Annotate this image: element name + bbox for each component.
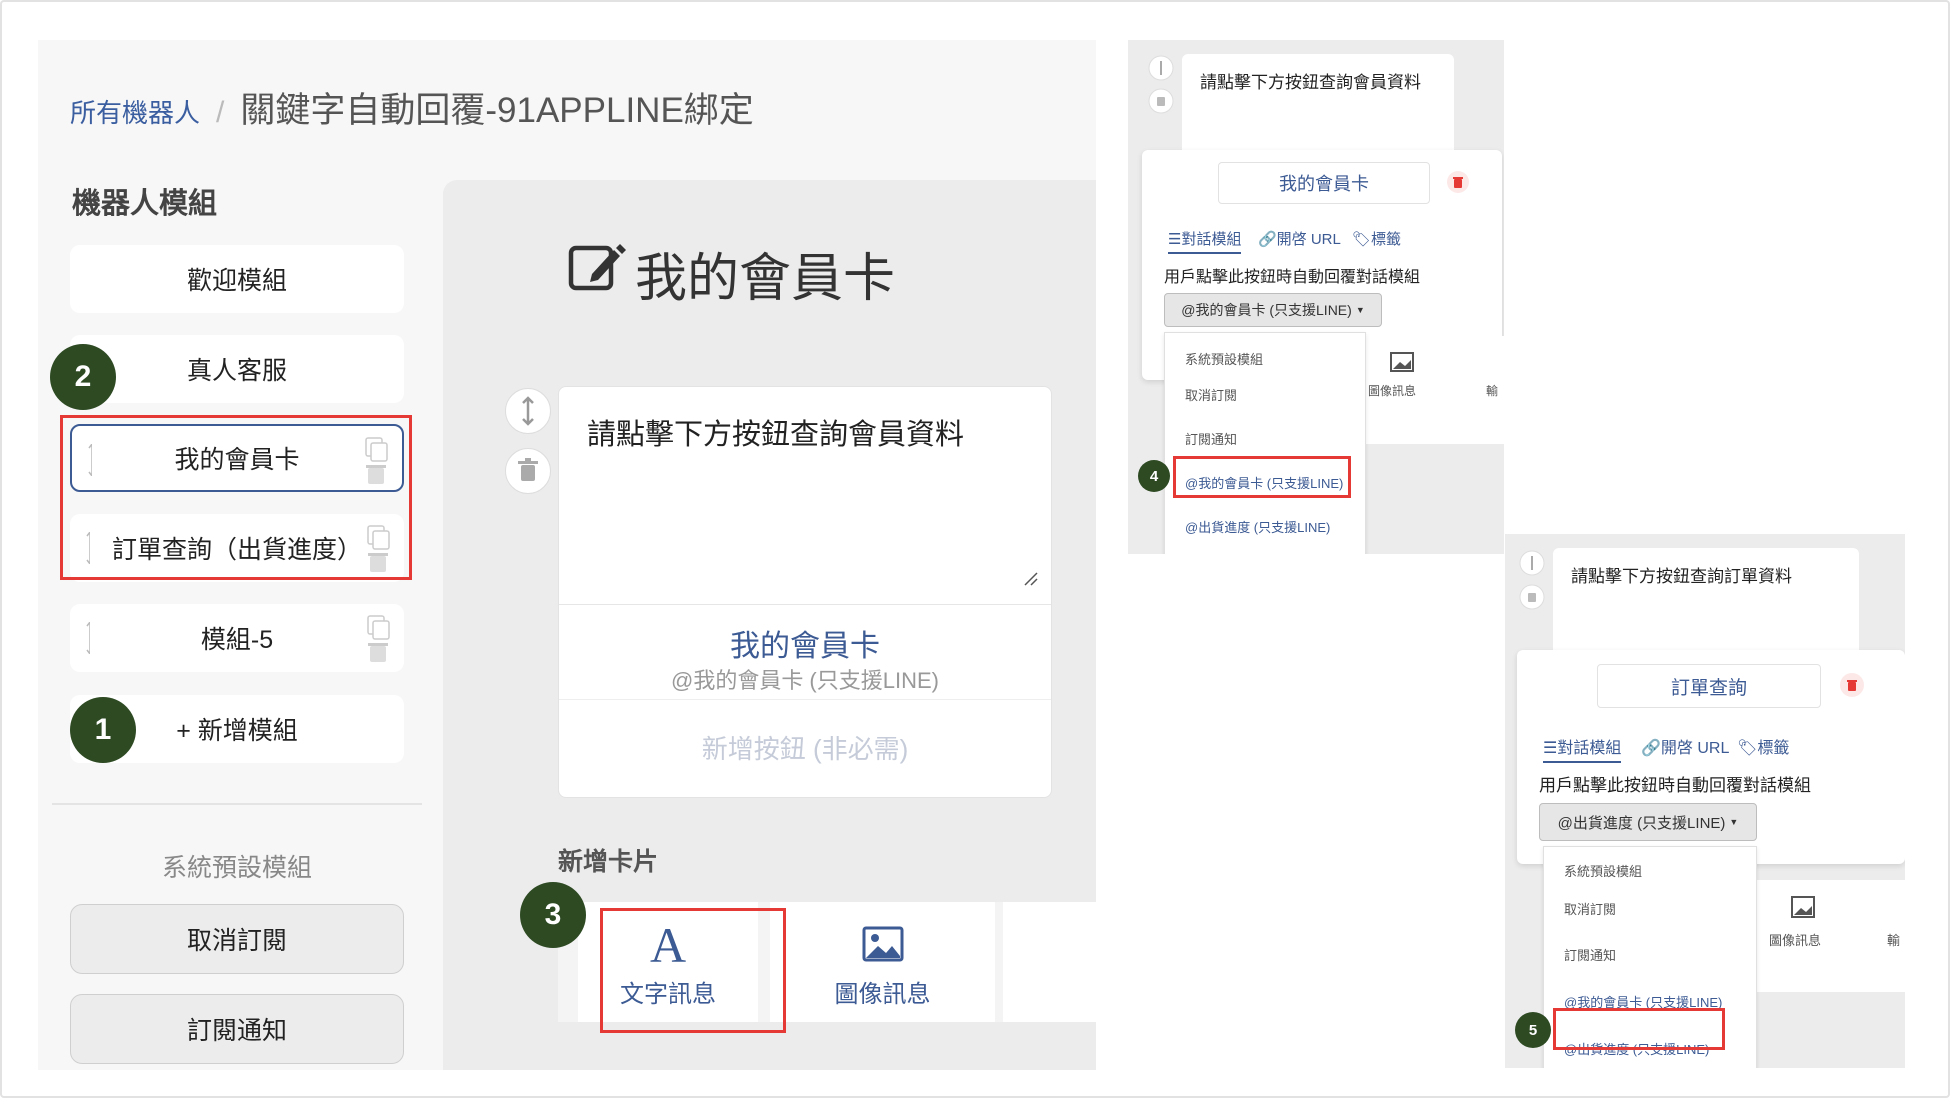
module-select-value: @出貨進度 (只支援LINE) bbox=[1557, 814, 1726, 832]
image-type-label: 圖像訊息 bbox=[1769, 933, 1822, 948]
image-type-label: 圖像訊息 bbox=[1368, 384, 1417, 398]
step-badge-4: 4 bbox=[1138, 460, 1170, 492]
caret-down-icon: ▼ bbox=[1729, 817, 1739, 827]
message-text-input[interactable]: 請點擊下方按鈕查詢會員資料 bbox=[587, 411, 964, 453]
tab-dialog-module[interactable]: ☰對話模組 bbox=[1168, 228, 1242, 254]
edit-icon bbox=[568, 244, 626, 291]
highlight-box bbox=[60, 415, 412, 580]
module-5[interactable]: 模組-5 bbox=[70, 604, 404, 672]
message-card: 請點擊下方按鈕查詢會員資料 我的會員卡 @我的會員卡 (只支援LINE) 新增按… bbox=[558, 386, 1052, 798]
system-module-label: 取消訂閱 bbox=[186, 927, 287, 955]
module-live-agent[interactable]: 真人客服 bbox=[70, 335, 404, 403]
add-card-title: 新增卡片 bbox=[558, 848, 659, 876]
button-name-input[interactable]: 我的會員卡 bbox=[1218, 162, 1430, 204]
divider bbox=[559, 604, 1051, 605]
system-module-label: 訂閱通知 bbox=[186, 1017, 287, 1045]
breadcrumb: 所有機器人 / 關鍵字自動回覆-91APPLINE綁定 bbox=[70, 82, 754, 133]
trash-icon[interactable] bbox=[505, 448, 551, 494]
tab-tag[interactable]: 🏷標籤 bbox=[1352, 228, 1401, 249]
system-module-subscribe-notice[interactable]: 訂閱通知 bbox=[70, 994, 404, 1064]
dropdown-option[interactable]: 取消訂閱 bbox=[1564, 899, 1616, 918]
add-module-label: + 新增模組 bbox=[176, 717, 298, 745]
divider bbox=[559, 699, 1051, 700]
caret-down-icon: ▼ bbox=[1355, 305, 1365, 315]
card-button-target: @我的會員卡 (只支援LINE) bbox=[670, 668, 939, 693]
step-badge-2: 2 bbox=[50, 344, 116, 410]
step-badge-3: 3 bbox=[520, 882, 586, 948]
module-select[interactable]: @我的會員卡 (只支援LINE) ▼ bbox=[1164, 293, 1382, 327]
message-text[interactable]: 請點擊下方按鈕查詢會員資料 bbox=[1200, 68, 1421, 93]
image-icon bbox=[862, 926, 904, 962]
dropdown-option[interactable]: 取消訂閱 bbox=[1185, 385, 1237, 404]
button-settings-popup: 訂單查詢 ☰對話模組 🔗開啓 URL 🏷標籤 用戶點擊此按鈕時自動回覆對話模組 … bbox=[1517, 650, 1905, 864]
resize-handle-icon[interactable] bbox=[1023, 571, 1039, 587]
tab-tag[interactable]: 🏷標籤 bbox=[1737, 734, 1789, 758]
module-select-value: @我的會員卡 (只支援LINE) bbox=[1181, 302, 1352, 318]
trash-icon[interactable] bbox=[1148, 88, 1174, 114]
page-title: 關鍵字自動回覆-91APPLINE綁定 bbox=[240, 91, 754, 130]
member-card-button-settings: 請點擊下方按鈕查詢會員資料 我的會員卡 ☰對話模組 🔗開啓 URL 🏷標籤 用戶… bbox=[1128, 40, 1504, 554]
system-module-unsubscribe[interactable]: 取消訂閱 bbox=[70, 904, 404, 974]
dropdown-option[interactable]: 訂閱通知 bbox=[1564, 945, 1616, 964]
divider bbox=[52, 803, 422, 805]
step-badge-1: 1 bbox=[70, 697, 136, 763]
dropdown-option[interactable]: 訂閱通知 bbox=[1185, 429, 1237, 448]
move-icon[interactable] bbox=[1519, 550, 1545, 576]
tab-open-url[interactable]: 🔗開啓 URL bbox=[1258, 228, 1341, 249]
instruction-text: 用戶點擊此按鈕時自動回覆對話模組 bbox=[1539, 776, 1811, 795]
more-type-label: 輸 bbox=[1486, 384, 1499, 398]
dropdown-header: 系統預設模組 bbox=[1185, 352, 1264, 367]
image-icon bbox=[1390, 352, 1414, 372]
module-dropdown: 系統預設模組 取消訂閱 訂閱通知 @我的會員卡 (只支援LINE) @出貨進度 … bbox=[1164, 332, 1366, 554]
message-text[interactable]: 請點擊下方按鈕查詢訂單資料 bbox=[1571, 562, 1792, 587]
editor-title: 我的會員卡 bbox=[635, 250, 896, 308]
dropdown-header: 系統預設模組 bbox=[1564, 864, 1643, 879]
module-section-title: 機器人模組 bbox=[72, 188, 218, 220]
dropdown-option[interactable]: @出貨進度 (只支援LINE) bbox=[1185, 517, 1330, 536]
tab-dialog-module[interactable]: ☰對話模組 bbox=[1543, 734, 1622, 763]
drag-handle-icon[interactable] bbox=[86, 622, 90, 654]
move-icon[interactable] bbox=[505, 388, 551, 434]
button-name-input[interactable]: 訂單查詢 bbox=[1597, 664, 1821, 708]
module-label: 真人客服 bbox=[186, 357, 287, 385]
module-label: 模組-5 bbox=[200, 626, 274, 654]
move-icon[interactable] bbox=[1148, 55, 1174, 81]
breadcrumb-all-bots[interactable]: 所有機器人 bbox=[70, 98, 200, 128]
module-label: 歡迎模組 bbox=[186, 267, 287, 295]
card-button-label[interactable]: 我的會員卡 bbox=[559, 621, 1051, 665]
more-type-label: 輸 bbox=[1887, 933, 1901, 948]
module-welcome[interactable]: 歡迎模組 bbox=[70, 245, 404, 313]
bot-editor-panel: 所有機器人 / 關鍵字自動回覆-91APPLINE綁定 機器人模組 歡迎模組 真人客… bbox=[38, 40, 1096, 1070]
order-query-button-settings: 請點擊下方按鈕查詢訂單資料 訂單查詢 ☰對話模組 🔗開啓 URL 🏷標籤 用戶點… bbox=[1505, 534, 1905, 1068]
image-message-type[interactable]: 圖像訊息 bbox=[770, 902, 995, 1022]
copy-delete-icons[interactable] bbox=[366, 614, 390, 664]
step-badge-5: 5 bbox=[1515, 1012, 1551, 1048]
instruction-text: 用戶點擊此按鈕時自動回覆對話模組 bbox=[1164, 269, 1421, 286]
image-icon bbox=[1791, 896, 1815, 918]
delete-icon[interactable] bbox=[1839, 672, 1865, 698]
trash-icon[interactable] bbox=[1519, 584, 1545, 610]
image-type-label: 圖像訊息 bbox=[834, 981, 931, 1008]
highlight-box bbox=[600, 908, 786, 1033]
delete-icon[interactable] bbox=[1446, 170, 1470, 194]
module-select[interactable]: @出貨進度 (只支援LINE) ▼ bbox=[1539, 803, 1757, 841]
system-section-title: 系統預設模組 bbox=[161, 854, 312, 882]
tab-open-url[interactable]: 🔗開啓 URL bbox=[1641, 734, 1729, 758]
breadcrumb-separator: / bbox=[216, 96, 225, 129]
add-button-placeholder[interactable]: 新增按鈕 (非必需) bbox=[559, 729, 1051, 766]
highlight-box bbox=[1173, 456, 1351, 498]
highlight-box bbox=[1553, 1008, 1725, 1050]
more-card-types[interactable] bbox=[1003, 902, 1096, 1022]
